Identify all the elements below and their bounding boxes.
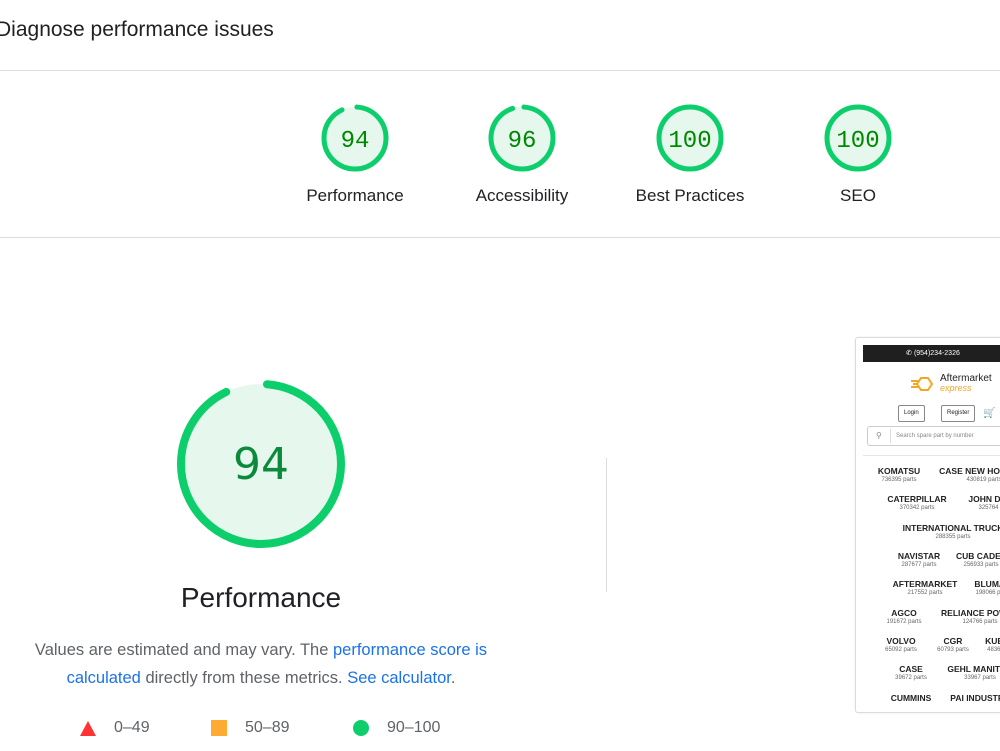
final-screenshot[interactable]: ✆ (954)234-2326 Aftermarket express Logi…: [855, 337, 1000, 713]
brand-item: JOHN DEERE325764 parts: [968, 494, 1000, 511]
see-calculator-link[interactable]: See calculator: [347, 669, 451, 687]
gauge-performance[interactable]: 94 Performance: [295, 103, 415, 206]
page-title: Diagnose performance issues: [0, 18, 274, 41]
logo-subtext: express: [940, 383, 972, 393]
brand-item: CASE 39672 parts: [895, 664, 927, 681]
gauge-performance-label: Performance: [306, 186, 404, 205]
performance-heading: Performance: [180, 582, 342, 613]
gauge-accessibility-score: 96: [508, 128, 537, 155]
brand-item: INTERNATIONAL TRUCK 288355 parts: [902, 523, 1000, 540]
brand-item: CASE NEW HOLLAND430819 parts: [939, 466, 1000, 483]
brand-item: GEHL MANITOU33967 parts: [947, 664, 1000, 681]
gauge-best-practices-score: 100: [668, 128, 711, 155]
gauge-seo-ring: 100: [824, 104, 892, 172]
header-divider: [0, 70, 1000, 71]
thumb-phone-bar: ✆ (954)234-2326: [863, 345, 1000, 362]
brand-item: KUBOTA48365 parts: [985, 636, 1000, 653]
gauge-best-practices-label: Best Practices: [635, 186, 745, 205]
cart-icon: 🛒: [983, 408, 996, 419]
brand-item: KOMATSU 736395 parts: [877, 466, 921, 483]
gauge-accessibility-label: Accessibility: [475, 186, 569, 205]
performance-score-large: 94: [233, 439, 289, 490]
brand-item: CUB CADET256933 parts: [955, 551, 1000, 568]
brand-item: PAI INDUSTRIES: [950, 693, 1000, 703]
gauge-seo[interactable]: 100 SEO: [798, 103, 918, 206]
score-legend: 0–49 50–89 90–100: [0, 719, 520, 741]
legend-average: 50–89: [211, 719, 290, 737]
gauge-seo-score: 100: [836, 128, 879, 155]
performance-gauge-ring: 94: [177, 380, 345, 548]
thumb-logo: Aftermarket express: [911, 374, 992, 393]
triangle-icon: [80, 720, 96, 736]
performance-gauge-large: 94: [175, 378, 347, 550]
circle-icon: [353, 720, 369, 736]
section-divider-vertical: [606, 458, 607, 592]
gauge-seo-label: SEO: [840, 186, 876, 205]
search-icon: ⚲: [876, 431, 882, 440]
brand-item: CUMMINS: [890, 693, 932, 703]
brand-item: RELIANCE POWER124766 parts: [941, 608, 1000, 625]
brand-item: VOLVO 65092 parts: [885, 636, 917, 653]
brand-item: CGR 60793 parts: [937, 636, 969, 653]
brand-item: BLUMAQ198066 parts: [974, 579, 1000, 596]
legend-pass: 90–100: [353, 719, 440, 737]
gauge-accessibility[interactable]: 96 Accessibility: [462, 103, 582, 206]
performance-description: Values are estimated and may vary. The p…: [34, 641, 488, 687]
brand-item: AFTERMARKET 217552 parts: [892, 579, 958, 596]
phone-icon: ✆: [906, 350, 914, 357]
square-icon: [211, 720, 227, 736]
gauge-best-practices[interactable]: 100 Best Practices: [630, 103, 750, 206]
legend-fail: 0–49: [80, 719, 150, 737]
gauge-accessibility-ring: 96: [488, 104, 556, 172]
thumb-login-button: Login: [898, 405, 925, 422]
gauge-performance-ring: 94: [321, 104, 389, 172]
gauges-divider: [0, 237, 1000, 238]
gauge-best-practices-ring: 100: [656, 104, 724, 172]
brand-item: NAVISTAR 287677 parts: [897, 551, 941, 568]
thumb-search: ⚲ Search spare part by number: [867, 426, 1000, 446]
thumb-register-button: Register: [941, 405, 976, 422]
brand-item: AGCO 191672 parts: [886, 608, 922, 625]
brand-item: CATERPILLAR 370342 parts: [887, 494, 947, 511]
logo-mark-icon: [911, 376, 934, 391]
gauge-performance-score: 94: [341, 128, 370, 155]
